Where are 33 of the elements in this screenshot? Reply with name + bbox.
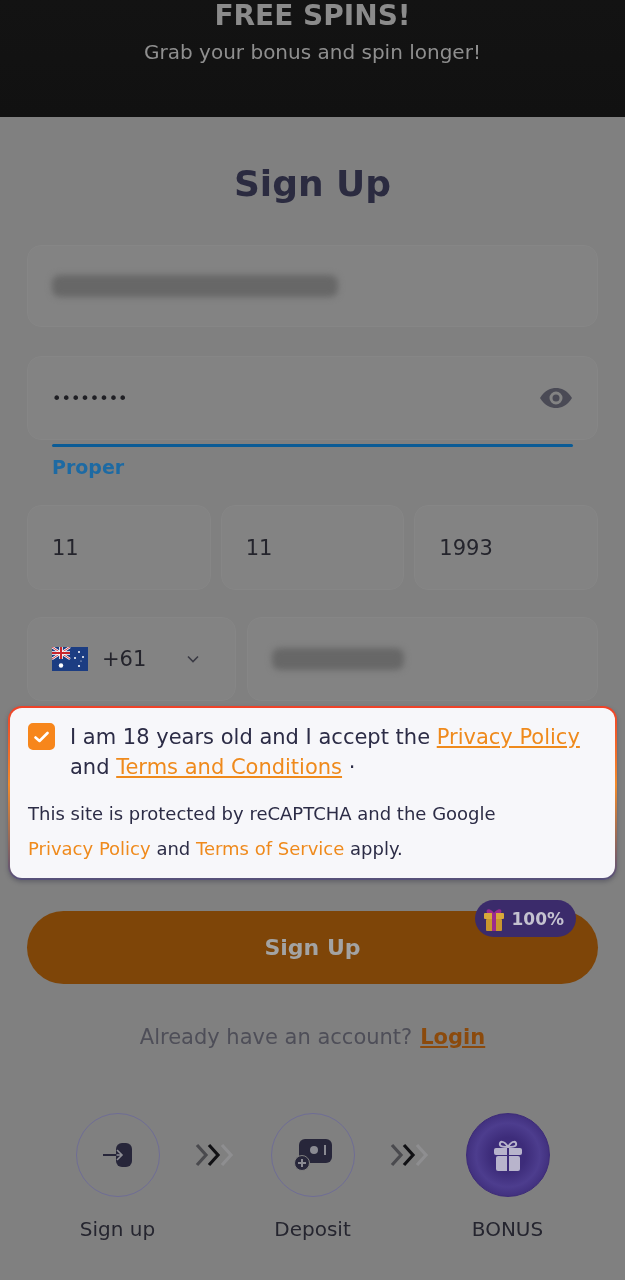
chevrons-icon [390,1143,430,1167]
badge-text: 100% [511,908,564,929]
step-label: Sign up [79,1217,156,1241]
recaptcha-note: This site is protected by reCAPTCHA and the Google Privacy Policy and Terms of Service apply. [28,802,497,861]
consent-text: I am 18 years old and I accept the Privacy Policy and Terms and Conditions · [70,724,581,781]
text-link[interactable]: Terms of Service [196,838,345,859]
date-field[interactable]: 11 [27,505,211,590]
chevron-down-icon [187,655,199,663]
step-label: Deposit [274,1217,351,1241]
strength-label: Proper [52,455,125,479]
text-link[interactable]: Terms and Conditions [116,755,343,779]
banner-title: FREE SPINS! [214,0,411,32]
consent-checkbox[interactable] [28,723,55,750]
text-link[interactable]: Privacy Policy [436,725,580,749]
enter-icon [102,1143,133,1167]
country-code-select[interactable]: +61 [27,617,236,701]
password-field[interactable]: •••••••• [27,356,598,440]
email-field[interactable] [27,245,598,327]
phone-field[interactable] [247,617,598,701]
check-icon [34,730,49,743]
login-link[interactable]: Login [420,1023,486,1051]
flag-icon [52,647,88,671]
eye-icon[interactable] [539,387,573,409]
chevrons-icon [195,1143,235,1167]
gift-icon [483,906,506,931]
page-heading: Sign Up [232,162,393,206]
date-field[interactable]: 1993 [414,505,598,590]
date-field[interactable]: 11 [220,505,405,590]
gift-icon [491,1139,524,1171]
wallet-plus-icon [293,1139,332,1171]
text-link[interactable]: Privacy Policy [28,838,151,859]
banner-subtitle: Grab your bonus and spin longer! [144,39,481,65]
step-label: BONUS [471,1217,544,1241]
